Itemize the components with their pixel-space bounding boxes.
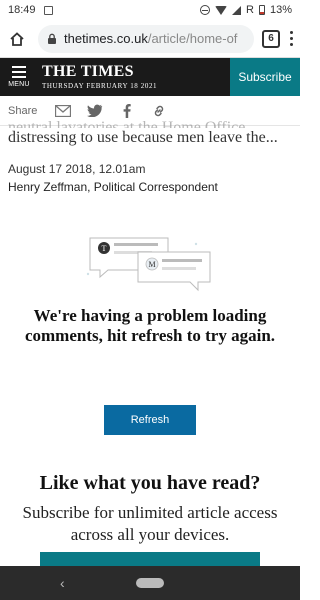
url-path: /article/home-of — [147, 31, 238, 46]
avatar-letter-t: T — [102, 244, 107, 253]
home-icon[interactable] — [6, 28, 28, 50]
back-icon[interactable]: ‹ — [60, 575, 65, 591]
article-headline: neutral lavatories at the Home Office di… — [8, 119, 294, 147]
menu-button[interactable]: MENU — [0, 58, 38, 96]
system-nav-bar: ‹ — [0, 566, 300, 600]
status-time: 18:49 — [8, 4, 36, 16]
url-domain: thetimes.co.uk — [64, 31, 148, 46]
refresh-button[interactable]: Refresh — [104, 405, 196, 435]
article-author[interactable]: Henry Zeffman, Political Correspondent — [8, 180, 218, 194]
site-masthead: MENU THE TIMES THURSDAY FEBRUARY 18 2021… — [0, 58, 300, 96]
status-bar: 18:49 R 13% — [0, 0, 300, 20]
browser-toolbar: thetimes.co.uk/article/home-of 6 — [0, 20, 300, 58]
headline-ghost: neutral lavatories at the Home Office — [8, 119, 246, 128]
article-date: August 17 2018, 12.01am — [8, 162, 146, 176]
site-logo[interactable]: THE TIMES THURSDAY FEBRUARY 18 2021 — [42, 63, 158, 91]
wifi-icon — [215, 5, 228, 15]
logo-date: THURSDAY FEBRUARY 18 2021 — [42, 82, 158, 90]
hamburger-icon — [12, 66, 26, 78]
url-text: thetimes.co.uk/article/home-of — [64, 31, 237, 46]
battery-icon — [258, 5, 265, 15]
promo-title: Like what you have read? — [39, 472, 261, 494]
signal-icon — [232, 5, 242, 15]
home-pill[interactable] — [136, 578, 164, 588]
status-icons: R 13% — [200, 4, 292, 16]
headline-text: distressing to use because men leave the… — [8, 129, 278, 146]
avatar-letter-m: M — [148, 260, 155, 269]
dnd-icon — [200, 5, 211, 15]
logo-name: THE TIMES — [42, 63, 134, 80]
menu-label: MENU — [8, 81, 30, 88]
lock-icon — [48, 33, 56, 44]
comments-illustration: T M — [86, 237, 211, 292]
url-bar[interactable]: thetimes.co.uk/article/home-of — [38, 24, 254, 53]
comments-error-message: We're having a problem loading comments,… — [24, 306, 276, 345]
promo-subtitle: Subscribe for unlimited article access a… — [22, 503, 278, 544]
more-options-icon[interactable] — [288, 31, 294, 46]
share-label: Share — [8, 104, 38, 117]
network-label: R — [246, 4, 254, 16]
subscribe-button[interactable]: Subscribe — [230, 58, 300, 96]
notification-icon — [43, 5, 53, 15]
battery-percent: 13% — [269, 4, 292, 16]
tab-switcher-button[interactable]: 6 — [262, 29, 280, 48]
